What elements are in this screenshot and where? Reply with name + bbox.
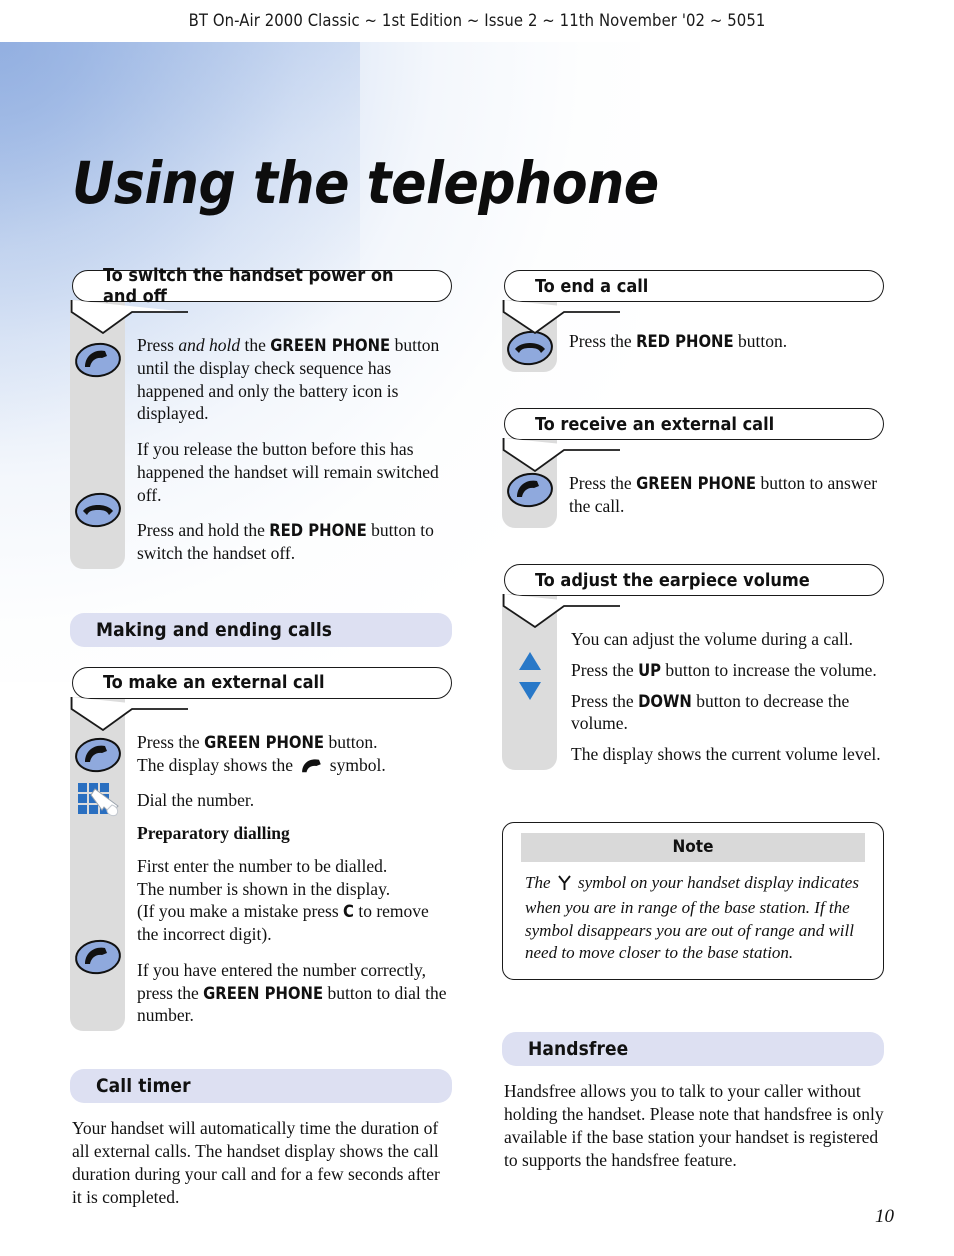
left-column: To switch the handset power on and off P… xyxy=(70,265,452,1209)
callout-text-receive-external-call: Press the GREEN PHONE button to answer t… xyxy=(557,438,884,528)
note-heading: Note xyxy=(521,832,865,862)
call-timer-paragraph: Your handset will automatically time the… xyxy=(72,1118,440,1208)
callout-heading-make-external-call: To make an external call xyxy=(72,666,452,699)
callout-heading-adjust-volume: To adjust the earpiece volume xyxy=(504,564,884,596)
callout-heading-end-call: To end a call xyxy=(504,270,884,302)
keypad-icon xyxy=(78,782,120,819)
icon-strip xyxy=(502,594,557,770)
running-header: BT On-Air 2000 Classic ~ 1st Edition ~ I… xyxy=(188,11,766,30)
handset-symbol-icon xyxy=(300,757,322,780)
icon-strip xyxy=(502,438,557,528)
paragraph: Dial the number. xyxy=(137,790,255,811)
callout-body-end-call: Press the RED PHONE button. xyxy=(502,300,884,372)
paragraph: First enter the number to be dialled. The… xyxy=(137,855,429,944)
page-title: Using the telephone xyxy=(72,148,659,217)
paragraph: Press the GREEN PHONE button to answer t… xyxy=(569,473,878,516)
paragraph: You can adjust the volume during a call. xyxy=(571,629,854,649)
red-phone-icon xyxy=(506,328,554,368)
paragraph: Press the DOWN button to decrease the vo… xyxy=(571,690,850,734)
up-arrow-icon xyxy=(517,650,543,672)
down-arrow-icon xyxy=(517,680,543,702)
callout-make-external-call: To make an external call Press the GREEN… xyxy=(70,666,452,1031)
callout-text-make-external-call: Press the GREEN PHONE button. The display… xyxy=(125,697,452,1031)
page-number: 10 xyxy=(875,1206,894,1227)
callout-receive-external-call: To receive an external call Press the GR… xyxy=(502,408,884,528)
icon-strip xyxy=(70,300,125,569)
callout-switch-power: To switch the handset power on and off P… xyxy=(70,265,452,569)
callout-body-receive-external-call: Press the GREEN PHONE button to answer t… xyxy=(502,438,884,528)
callout-text-switch-power: Press and hold the GREEN PHONE button un… xyxy=(125,300,452,569)
paragraph: Press the UP button to increase the volu… xyxy=(571,659,877,680)
callout-end-call: To end a call Press the RED PHONE button… xyxy=(502,270,884,372)
icon-strip xyxy=(502,300,557,372)
note-body: The symbol on your handset display indic… xyxy=(525,872,859,963)
right-column: To end a call Press the RED PHONE button… xyxy=(502,270,884,1172)
callout-heading-switch-power: To switch the handset power on and off xyxy=(72,265,452,307)
green-phone-icon xyxy=(74,735,122,775)
handsfree-paragraph: Handsfree allows you to talk to your cal… xyxy=(504,1080,884,1170)
callout-text-end-call: Press the RED PHONE button. xyxy=(557,300,884,372)
section-band-handsfree: Handsfree xyxy=(502,1031,884,1066)
paragraph: Preparatory dialling xyxy=(137,823,290,843)
green-phone-icon xyxy=(74,340,122,380)
paragraph: The display shows the current volume lev… xyxy=(571,744,881,764)
note-box: Note The symbol on your handset display … xyxy=(502,821,884,980)
paragraph: Press and hold the GREEN PHONE button un… xyxy=(137,335,440,424)
callout-body-adjust-volume: You can adjust the volume during a call.… xyxy=(502,594,884,770)
callout-text-adjust-volume: You can adjust the volume during a call.… xyxy=(557,594,884,770)
callout-body-switch-power: Press and hold the GREEN PHONE button un… xyxy=(70,300,452,569)
antenna-symbol-icon xyxy=(558,875,571,897)
callout-adjust-volume: To adjust the earpiece volume You can ad… xyxy=(502,564,884,770)
paragraph: Press the RED PHONE button. xyxy=(569,331,788,351)
section-band-call-timer: Call timer xyxy=(70,1069,452,1103)
callout-body-make-external-call: Press the GREEN PHONE button. The display… xyxy=(70,696,452,1031)
green-phone-icon xyxy=(74,937,122,977)
green-phone-icon xyxy=(506,470,554,510)
callout-heading-receive-external-call: To receive an external call xyxy=(504,408,884,440)
paragraph: Press the GREEN PHONE button. The display… xyxy=(137,731,452,780)
section-band-making-calls: Making and ending calls xyxy=(70,612,452,647)
red-phone-icon xyxy=(74,490,122,530)
icon-strip xyxy=(70,696,125,1031)
paragraph: If you release the button before this ha… xyxy=(137,439,439,505)
paragraph: Press and hold the RED PHONE button to s… xyxy=(137,520,434,563)
paragraph: If you have entered the number correctly… xyxy=(137,959,447,1026)
